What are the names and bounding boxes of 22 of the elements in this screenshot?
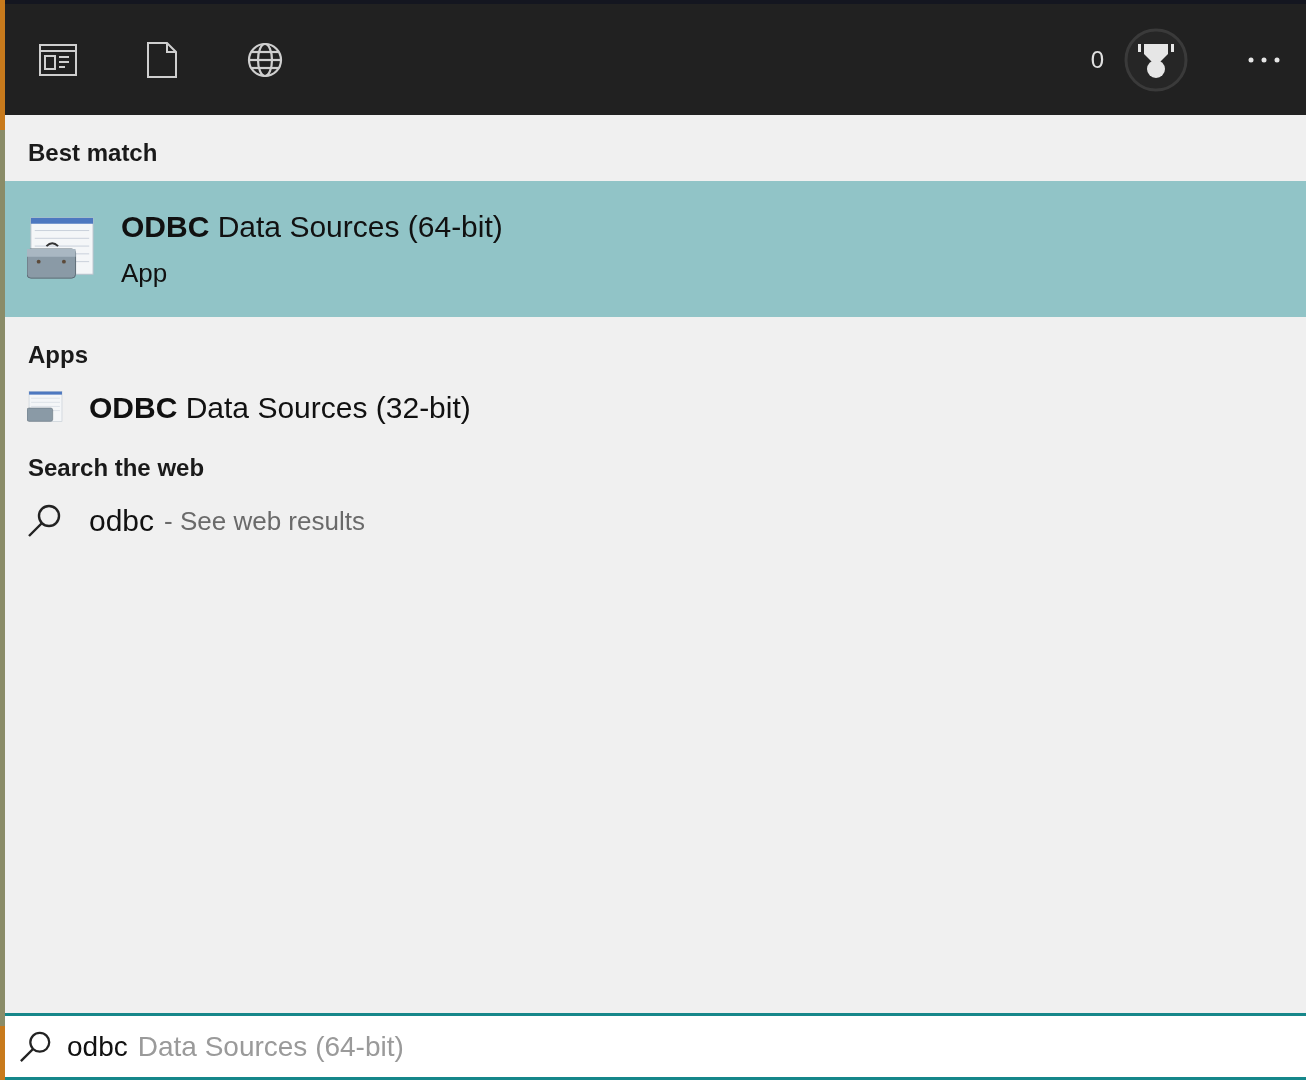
result-title: ODBC Data Sources (64-bit) bbox=[121, 209, 503, 244]
search-query: odbc bbox=[67, 1030, 128, 1063]
result-item[interactable]: odbc - See web results bbox=[5, 491, 1306, 551]
trophy-icon[interactable] bbox=[1124, 27, 1188, 92]
section-heading: Apps bbox=[27, 340, 89, 370]
autocomplete-suggestion: Data Sources (64-bit) bbox=[137, 1030, 404, 1063]
result-item[interactable]: ODBC Data Sources (64-bit) App bbox=[5, 181, 1306, 317]
document-icon[interactable] bbox=[147, 41, 177, 78]
result-type: App bbox=[121, 257, 169, 289]
globe-icon[interactable] bbox=[247, 41, 283, 78]
section-heading: Search the web bbox=[27, 453, 206, 483]
search-field[interactable]: odbc Data Sources (64-bit) bbox=[5, 1013, 1306, 1080]
result-title: ODBC Data Sources (32-bit) bbox=[89, 391, 471, 425]
section-heading: Best match bbox=[27, 138, 159, 168]
more-icon[interactable] bbox=[1248, 56, 1280, 63]
search-icon bbox=[27, 503, 63, 539]
news-icon[interactable] bbox=[39, 43, 77, 76]
result-item[interactable]: ODBC Data Sources (32-bit) bbox=[5, 378, 1306, 438]
reward-count: 0 bbox=[1090, 45, 1104, 74]
web-hint: - See web results bbox=[164, 505, 365, 537]
search-icon bbox=[19, 1029, 53, 1064]
web-query: odbc bbox=[89, 504, 155, 538]
